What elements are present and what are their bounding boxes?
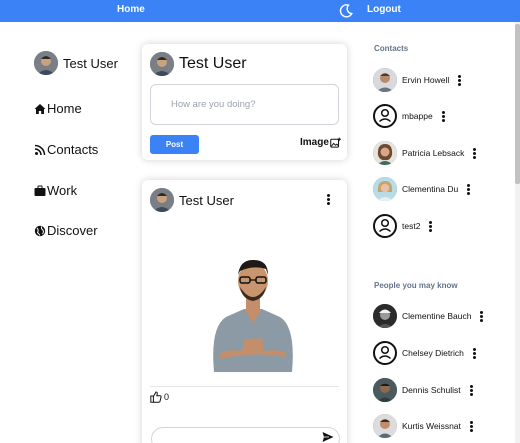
scrollbar-thumb[interactable] bbox=[515, 24, 520, 184]
post-author[interactable]: Test User bbox=[150, 188, 234, 212]
sidebar-item-label: Discover bbox=[47, 223, 98, 238]
post-options-icon[interactable] bbox=[327, 194, 330, 205]
send-icon[interactable] bbox=[322, 431, 334, 443]
sidebar-user-name: Test User bbox=[63, 55, 118, 71]
thumbs-up-icon bbox=[150, 391, 162, 403]
post-composer-card: Test User How are you doing? Post Image bbox=[142, 44, 347, 160]
post-text-input[interactable]: How are you doing? bbox=[150, 84, 339, 125]
logout-link[interactable]: Logout bbox=[367, 4, 401, 15]
suggestion-item[interactable]: Chelsey Dietrich bbox=[373, 341, 476, 365]
post-author-name: Test User bbox=[179, 192, 234, 208]
suggestion-name: Clementine Bauch bbox=[402, 311, 472, 321]
suggestion-options-icon[interactable] bbox=[480, 310, 484, 322]
suggestion-item[interactable]: Clementine Bauch bbox=[373, 304, 484, 328]
contact-item[interactable]: Patricia Lebsack bbox=[373, 141, 477, 165]
image-upload-button[interactable]: Image bbox=[300, 137, 341, 148]
suggestions-heading: People you may know bbox=[374, 281, 458, 290]
contact-item[interactable]: Clementina Du bbox=[373, 177, 471, 201]
sidebar-profile[interactable]: Test User bbox=[34, 51, 118, 75]
image-add-icon bbox=[330, 137, 341, 148]
sidebar-item-discover[interactable]: Discover bbox=[34, 223, 98, 238]
globe-icon bbox=[34, 225, 46, 236]
composer-profile: Test User bbox=[150, 52, 247, 76]
rss-icon bbox=[34, 144, 46, 155]
suggestion-item[interactable]: Dennis Schulist bbox=[373, 378, 473, 402]
home-icon bbox=[34, 103, 46, 114]
contact-item[interactable]: mbappe bbox=[373, 104, 445, 128]
image-label: Image bbox=[300, 137, 329, 148]
default-avatar-icon bbox=[373, 341, 397, 365]
contact-item[interactable]: Ervin Howell bbox=[373, 68, 462, 92]
like-count: 0 bbox=[164, 392, 170, 402]
post-button[interactable]: Post bbox=[150, 135, 199, 154]
suggestion-item[interactable]: Kurtis Weissnat bbox=[373, 414, 473, 438]
contact-options-icon[interactable] bbox=[441, 110, 445, 122]
contact-name: mbappe bbox=[402, 111, 433, 121]
top-navbar: Home Logout bbox=[0, 0, 520, 22]
avatar bbox=[373, 68, 397, 92]
contact-item[interactable]: test2 bbox=[373, 214, 433, 238]
contact-name: Patricia Lebsack bbox=[402, 148, 465, 158]
contact-name: test2 bbox=[402, 221, 421, 231]
avatar bbox=[373, 414, 397, 438]
moon-icon[interactable] bbox=[338, 3, 354, 19]
top-home-link[interactable]: Home bbox=[117, 4, 145, 15]
contact-name: Clementina Du bbox=[402, 184, 459, 194]
avatar bbox=[373, 177, 397, 201]
scrollbar[interactable] bbox=[515, 22, 520, 443]
post-card: Test User 0 bbox=[142, 180, 347, 443]
avatar bbox=[34, 51, 58, 75]
composer-user-name: Test User bbox=[179, 55, 247, 72]
contact-options-icon[interactable] bbox=[473, 147, 477, 159]
suggestion-name: Chelsey Dietrich bbox=[402, 348, 464, 358]
suggestion-options-icon[interactable] bbox=[472, 347, 476, 359]
sidebar-item-label: Home bbox=[47, 101, 82, 116]
suggestion-name: Kurtis Weissnat bbox=[402, 421, 461, 431]
suggestion-options-icon[interactable] bbox=[469, 420, 473, 432]
sidebar-item-contacts[interactable]: Contacts bbox=[34, 142, 98, 157]
contact-options-icon[interactable] bbox=[467, 183, 471, 195]
suggestion-options-icon[interactable] bbox=[469, 384, 473, 396]
contact-options-icon[interactable] bbox=[429, 220, 433, 232]
sidebar-item-label: Contacts bbox=[47, 142, 99, 157]
default-avatar-icon bbox=[373, 104, 397, 128]
suggestion-name: Dennis Schulist bbox=[402, 385, 461, 395]
contacts-heading: Contacts bbox=[374, 44, 409, 53]
like-button[interactable]: 0 bbox=[150, 391, 169, 403]
contact-name: Ervin Howell bbox=[402, 75, 450, 85]
post-image bbox=[213, 259, 293, 372]
post-divider bbox=[150, 386, 339, 387]
briefcase-icon bbox=[34, 185, 46, 196]
comment-input[interactable] bbox=[151, 427, 340, 443]
avatar bbox=[373, 378, 397, 402]
sidebar-item-work[interactable]: Work bbox=[34, 183, 77, 198]
avatar bbox=[150, 188, 174, 212]
sidebar-item-label: Work bbox=[47, 183, 78, 198]
default-avatar-icon bbox=[373, 214, 397, 238]
sidebar-item-home[interactable]: Home bbox=[34, 101, 82, 116]
avatar bbox=[373, 141, 397, 165]
avatar bbox=[373, 304, 397, 328]
avatar bbox=[150, 52, 174, 76]
contact-options-icon[interactable] bbox=[458, 74, 462, 86]
